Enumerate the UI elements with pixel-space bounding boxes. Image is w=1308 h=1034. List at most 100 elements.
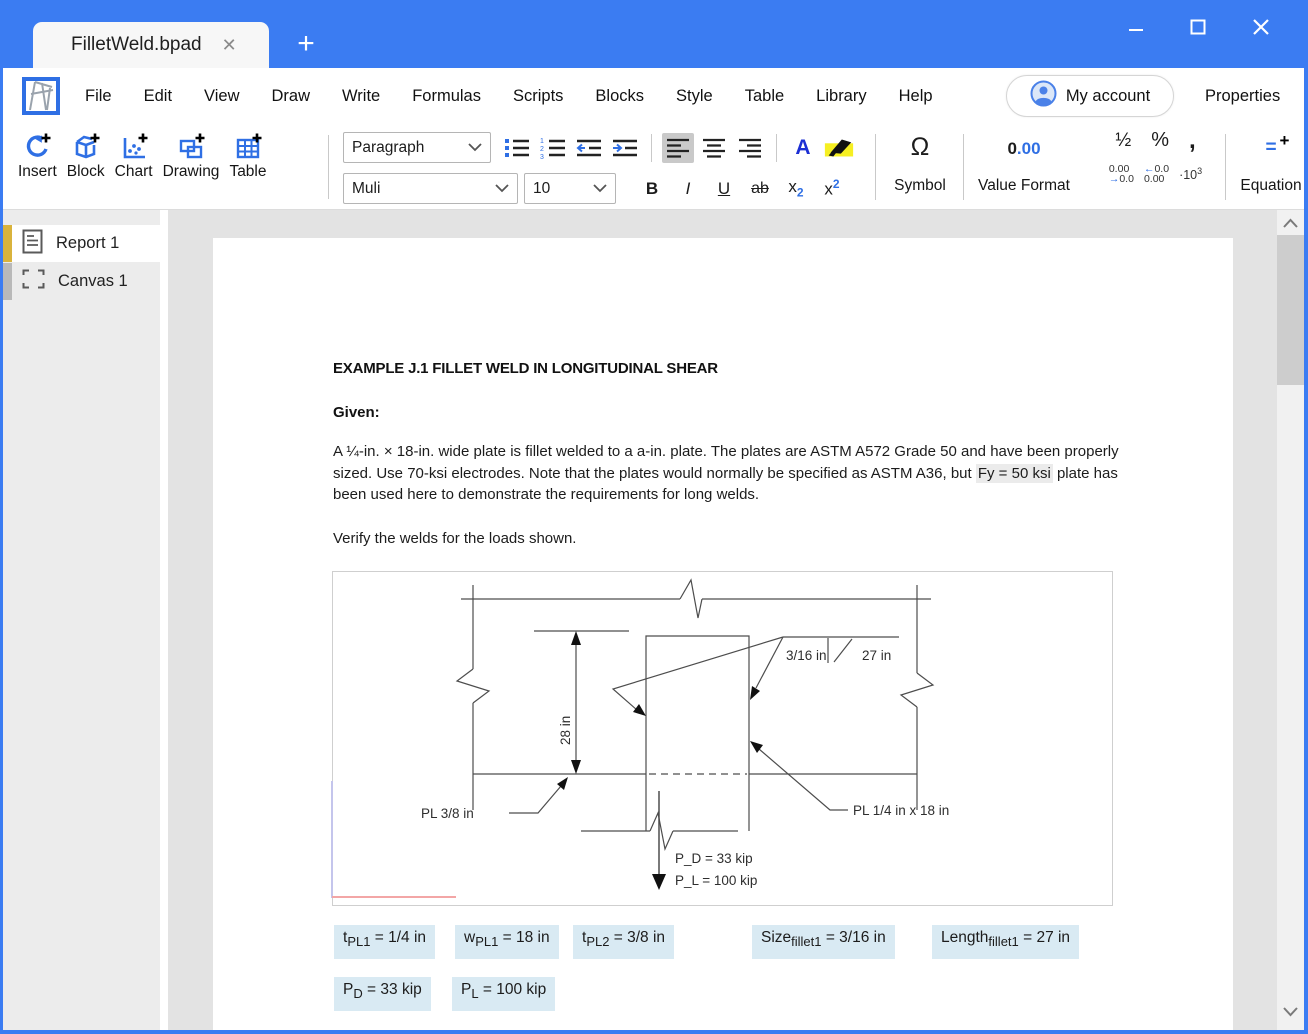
svg-text:3: 3 xyxy=(540,154,544,160)
font-color-icon: A xyxy=(795,135,811,159)
app-logo xyxy=(22,77,60,120)
scroll-down-icon[interactable] xyxy=(1282,1004,1299,1022)
menu-formulas[interactable]: Formulas xyxy=(412,87,481,106)
chevron-down-icon xyxy=(495,184,509,193)
field-p-l[interactable]: PL = 100 kip xyxy=(452,977,556,1012)
strikethrough-icon: ab xyxy=(751,179,769,197)
my-account-button[interactable]: My account xyxy=(1006,75,1174,117)
document-page[interactable]: EXAMPLE J.1 FILLET WELD IN LONGITUDINAL … xyxy=(213,238,1233,1030)
scientific-notation-button[interactable]: ·103 xyxy=(1179,166,1202,182)
bullet-list-button[interactable] xyxy=(501,133,533,163)
tab-title: FilletWeld.bpad xyxy=(71,34,202,55)
value-format-button[interactable]: 0.00 Value Format xyxy=(968,131,1080,201)
sidebar-item-report-1[interactable]: Report 1 xyxy=(3,225,160,262)
align-center-button[interactable] xyxy=(698,133,730,163)
close-button[interactable] xyxy=(1250,16,1272,38)
chart-label: Chart xyxy=(114,163,153,180)
weld-drawing-block[interactable]: 3/16 in 27 in 28 in PL 3/8 in PL 1/4 in … xyxy=(332,571,1113,906)
drawing-button[interactable]: Drawing xyxy=(158,130,225,181)
align-left-button[interactable] xyxy=(662,132,694,163)
field-w-pl1[interactable]: wPL1 = 18 in xyxy=(455,925,559,960)
paragraph-style-select[interactable]: Paragraph xyxy=(343,132,491,163)
increase-decimals-button[interactable]: ←0.0 0.00 xyxy=(1144,164,1169,185)
chart-button[interactable]: Chart xyxy=(110,130,158,181)
superscript-icon: x2 xyxy=(824,177,840,199)
highlight-color-button[interactable] xyxy=(823,133,855,163)
given-label: Given: xyxy=(333,404,380,421)
strikethrough-button[interactable]: ab xyxy=(744,174,776,204)
menu-edit[interactable]: Edit xyxy=(144,87,172,106)
plate-right-label: PL 1/4 in x 18 in xyxy=(853,803,949,818)
percent-format-button[interactable]: % xyxy=(1151,129,1169,152)
maximize-button[interactable] xyxy=(1188,17,1208,37)
menu-library[interactable]: Library xyxy=(816,87,866,106)
bold-button[interactable]: B xyxy=(636,174,668,204)
field-p-d[interactable]: PD = 33 kip xyxy=(334,977,431,1012)
tab-close-icon[interactable]: ✕ xyxy=(222,35,237,56)
indent-button[interactable] xyxy=(609,133,641,163)
numbered-list-button[interactable]: 123 xyxy=(537,133,569,163)
menu-write[interactable]: Write xyxy=(342,87,380,106)
toolbar: Insert Block Chart Drawing Table Paragra… xyxy=(3,125,1304,210)
canvas-label: Canvas 1 xyxy=(58,272,128,290)
symbol-button[interactable]: Ω Symbol xyxy=(883,131,957,201)
menu-blocks[interactable]: Blocks xyxy=(595,87,644,106)
align-right-icon xyxy=(739,138,761,158)
minimize-button[interactable] xyxy=(1126,17,1146,37)
verify-line: Verify the welds for the loads shown. xyxy=(333,530,577,547)
sidebar-item-canvas-1[interactable]: Canvas 1 xyxy=(3,263,160,300)
subscript-button[interactable]: x2 xyxy=(780,174,812,204)
menu-properties[interactable]: Properties xyxy=(1205,68,1280,125)
comma-format-button[interactable]: , xyxy=(1189,128,1196,152)
insert-label: Insert xyxy=(18,163,57,180)
account-avatar-icon xyxy=(1030,80,1057,112)
scroll-up-icon[interactable] xyxy=(1282,216,1299,234)
vertical-scrollbar[interactable] xyxy=(1277,210,1304,1030)
superscript-button[interactable]: x2 xyxy=(816,174,848,204)
menu-style[interactable]: Style xyxy=(676,87,713,106)
maximize-icon xyxy=(1190,19,1206,35)
menu-draw[interactable]: Draw xyxy=(272,87,311,106)
italic-icon: I xyxy=(685,178,691,198)
field-t-pl2[interactable]: tPL2 = 3/8 in xyxy=(573,925,675,960)
align-center-icon xyxy=(703,138,725,158)
decrease-decimals-button[interactable]: 0.00 →0.0 xyxy=(1109,164,1134,185)
field-length-fillet1[interactable]: Lengthfillet1 = 27 in xyxy=(932,925,1080,960)
fraction-format-button[interactable]: ½ xyxy=(1115,130,1131,152)
font-color-button[interactable]: A xyxy=(787,133,819,163)
menu-view[interactable]: View xyxy=(204,87,239,106)
equation-button[interactable]: = + Equation xyxy=(1235,131,1307,201)
underline-button[interactable]: U xyxy=(708,174,740,204)
selection-guide-vertical xyxy=(331,781,333,898)
problem-paragraph: A ¼-in. × 18-in. wide plate is fillet we… xyxy=(333,441,1121,506)
chart-icon xyxy=(123,133,148,159)
underline-icon: U xyxy=(717,178,731,198)
font-family-select[interactable]: Muli xyxy=(343,173,518,204)
scrollbar-thumb[interactable] xyxy=(1277,235,1304,385)
titlebar: FilletWeld.bpad ✕ + xyxy=(0,0,1308,68)
outdent-button[interactable] xyxy=(573,133,605,163)
new-tab-button[interactable]: + xyxy=(288,26,324,62)
height-dimension-label: 28 in xyxy=(558,716,573,745)
italic-button[interactable]: I xyxy=(672,174,704,204)
insert-button[interactable]: Insert xyxy=(13,130,62,181)
align-right-button[interactable] xyxy=(734,133,766,163)
font-size-select[interactable]: 10 xyxy=(524,173,616,204)
weld-length-label: 27 in xyxy=(862,648,891,663)
field-size-fillet1[interactable]: Sizefillet1 = 3/16 in xyxy=(752,925,895,960)
menu-file[interactable]: File xyxy=(85,87,112,106)
menu-table[interactable]: Table xyxy=(745,87,784,106)
document-tab[interactable]: FilletWeld.bpad ✕ xyxy=(33,22,269,68)
field-t-pl1[interactable]: tPL1 = 1/4 in xyxy=(334,925,436,960)
menu-scripts[interactable]: Scripts xyxy=(513,87,563,106)
app-window: FilletWeld.bpad ✕ + File Edit View Draw … xyxy=(0,0,1308,1034)
table-button[interactable]: Table xyxy=(224,130,271,181)
close-icon xyxy=(1253,19,1269,35)
chevron-down-icon xyxy=(593,184,607,193)
fy-inline-field[interactable]: Fy = 50 ksi xyxy=(975,463,1053,483)
font-size-value: 10 xyxy=(533,179,551,197)
menu-help[interactable]: Help xyxy=(899,87,933,106)
report-icon xyxy=(22,229,43,259)
block-button[interactable]: Block xyxy=(62,130,110,181)
value-format-icon: 0.00 xyxy=(1007,139,1041,158)
